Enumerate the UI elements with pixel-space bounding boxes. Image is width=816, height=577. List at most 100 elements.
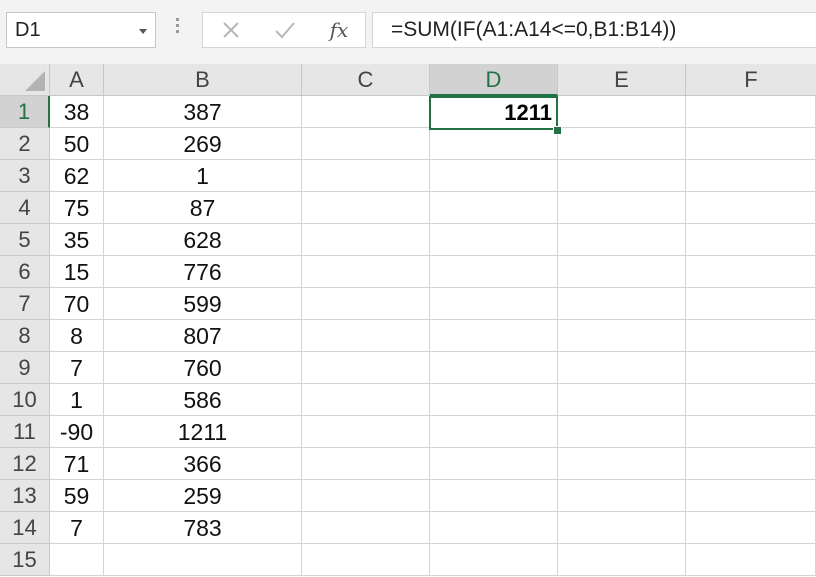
active-cell-d1[interactable]: 1211: [429, 96, 558, 130]
row-header-14[interactable]: 14: [0, 512, 50, 544]
cell-c3[interactable]: [302, 160, 430, 192]
cell-a15[interactable]: [50, 544, 104, 576]
cell-c14[interactable]: [302, 512, 430, 544]
row-header-5[interactable]: 5: [0, 224, 50, 256]
cell-c9[interactable]: [302, 352, 430, 384]
cell-a5[interactable]: 35: [50, 224, 104, 256]
cell-e12[interactable]: [558, 448, 686, 480]
row-header-11[interactable]: 11: [0, 416, 50, 448]
cell-e1[interactable]: [558, 96, 686, 128]
cell-a2[interactable]: 50: [50, 128, 104, 160]
cell-e2[interactable]: [558, 128, 686, 160]
cell-c5[interactable]: [302, 224, 430, 256]
cell-a13[interactable]: 59: [50, 480, 104, 512]
row-header-9[interactable]: 9: [0, 352, 50, 384]
column-header-c[interactable]: C: [302, 64, 430, 96]
cell-d9[interactable]: [430, 352, 558, 384]
check-icon[interactable]: [265, 15, 305, 45]
cell-b4[interactable]: 87: [104, 192, 302, 224]
cell-f15[interactable]: [686, 544, 816, 576]
cell-b11[interactable]: 1211: [104, 416, 302, 448]
cell-e3[interactable]: [558, 160, 686, 192]
formula-text[interactable]: =SUM(IF(A1:A14<=0,B1:B14)): [391, 18, 676, 42]
cell-b5[interactable]: 628: [104, 224, 302, 256]
cell-a6[interactable]: 15: [50, 256, 104, 288]
cell-e15[interactable]: [558, 544, 686, 576]
cell-f10[interactable]: [686, 384, 816, 416]
cell-a8[interactable]: 8: [50, 320, 104, 352]
cell-a1[interactable]: 38: [50, 96, 104, 128]
fx-icon[interactable]: fx: [319, 15, 359, 45]
cell-e6[interactable]: [558, 256, 686, 288]
cell-f12[interactable]: [686, 448, 816, 480]
cell-b10[interactable]: 586: [104, 384, 302, 416]
row-header-15[interactable]: 15: [0, 544, 50, 576]
cell-a3[interactable]: 62: [50, 160, 104, 192]
cell-b12[interactable]: 366: [104, 448, 302, 480]
row-header-4[interactable]: 4: [0, 192, 50, 224]
cell-d6[interactable]: [430, 256, 558, 288]
column-header-e[interactable]: E: [558, 64, 686, 96]
cell-f8[interactable]: [686, 320, 816, 352]
cell-c1[interactable]: [302, 96, 430, 128]
cell-d7[interactable]: [430, 288, 558, 320]
cell-d5[interactable]: [430, 224, 558, 256]
cell-d4[interactable]: [430, 192, 558, 224]
row-header-3[interactable]: 3: [0, 160, 50, 192]
cell-a12[interactable]: 71: [50, 448, 104, 480]
cell-f13[interactable]: [686, 480, 816, 512]
row-header-1[interactable]: 1: [0, 96, 50, 128]
cell-b9[interactable]: 760: [104, 352, 302, 384]
cell-f4[interactable]: [686, 192, 816, 224]
cell-d2[interactable]: [430, 128, 558, 160]
row-header-12[interactable]: 12: [0, 448, 50, 480]
cell-b14[interactable]: 783: [104, 512, 302, 544]
cell-b2[interactable]: 269: [104, 128, 302, 160]
chevron-down-icon[interactable]: [139, 29, 147, 34]
cell-f14[interactable]: [686, 512, 816, 544]
cell-a7[interactable]: 70: [50, 288, 104, 320]
cell-d10[interactable]: [430, 384, 558, 416]
cell-d12[interactable]: [430, 448, 558, 480]
cell-c2[interactable]: [302, 128, 430, 160]
row-header-6[interactable]: 6: [0, 256, 50, 288]
cell-e11[interactable]: [558, 416, 686, 448]
fill-handle[interactable]: [553, 126, 562, 135]
cell-b6[interactable]: 776: [104, 256, 302, 288]
row-header-8[interactable]: 8: [0, 320, 50, 352]
name-box[interactable]: D1: [6, 12, 156, 48]
close-icon[interactable]: [211, 15, 251, 45]
cell-f6[interactable]: [686, 256, 816, 288]
cell-a4[interactable]: 75: [50, 192, 104, 224]
cell-c12[interactable]: [302, 448, 430, 480]
cell-e14[interactable]: [558, 512, 686, 544]
cell-a10[interactable]: 1: [50, 384, 104, 416]
cell-c11[interactable]: [302, 416, 430, 448]
cell-d8[interactable]: [430, 320, 558, 352]
cell-b7[interactable]: 599: [104, 288, 302, 320]
cell-a9[interactable]: 7: [50, 352, 104, 384]
cell-f11[interactable]: [686, 416, 816, 448]
cell-f2[interactable]: [686, 128, 816, 160]
cell-c6[interactable]: [302, 256, 430, 288]
cell-a11[interactable]: -90: [50, 416, 104, 448]
cell-d11[interactable]: [430, 416, 558, 448]
cell-f7[interactable]: [686, 288, 816, 320]
cell-c7[interactable]: [302, 288, 430, 320]
cell-c8[interactable]: [302, 320, 430, 352]
cell-e13[interactable]: [558, 480, 686, 512]
cell-c10[interactable]: [302, 384, 430, 416]
cell-e8[interactable]: [558, 320, 686, 352]
cell-b13[interactable]: 259: [104, 480, 302, 512]
column-header-d[interactable]: D: [430, 64, 558, 96]
cell-e7[interactable]: [558, 288, 686, 320]
cell-e10[interactable]: [558, 384, 686, 416]
cell-b15[interactable]: [104, 544, 302, 576]
cell-b3[interactable]: 1: [104, 160, 302, 192]
select-all-button[interactable]: [0, 64, 50, 96]
column-header-b[interactable]: B: [104, 64, 302, 96]
cell-b8[interactable]: 807: [104, 320, 302, 352]
name-box-value[interactable]: D1: [15, 19, 41, 42]
cell-f9[interactable]: [686, 352, 816, 384]
cell-d13[interactable]: [430, 480, 558, 512]
